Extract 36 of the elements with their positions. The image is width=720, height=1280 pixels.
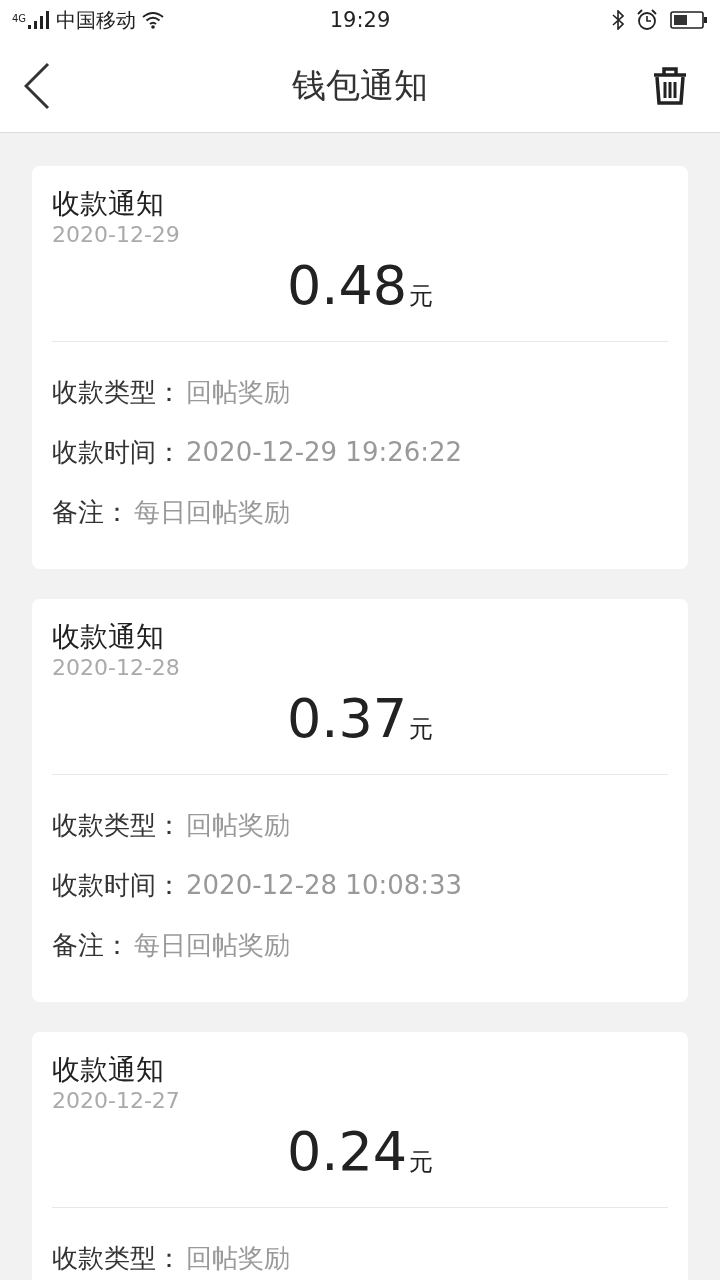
field-label: 收款类型：: [52, 1241, 182, 1275]
field-label: 收款时间：: [52, 435, 182, 469]
field-value: 2020-12-29 19:26:22: [186, 437, 463, 467]
amount: 0.37: [286, 691, 408, 747]
field-label: 备注：: [52, 928, 130, 962]
currency-unit: 元: [409, 714, 434, 745]
amount: 0.24: [286, 1124, 408, 1180]
field-label: 收款时间：: [52, 868, 182, 902]
currency-unit: 元: [409, 1147, 434, 1178]
notification-title: 收款通知: [52, 1052, 164, 1088]
notification-title: 收款通知: [52, 186, 164, 222]
bluetooth-icon: [612, 10, 624, 30]
page-title: 钱包通知: [292, 64, 428, 107]
field-value: 回帖奖励: [186, 808, 290, 842]
notification-date: 2020-12-27: [52, 1088, 180, 1114]
field-label: 收款类型：: [52, 808, 182, 842]
currency-unit: 元: [409, 281, 434, 312]
signal-icon: [28, 11, 51, 29]
clock-time: 19:29: [329, 8, 391, 32]
notification-title: 收款通知: [52, 619, 164, 655]
alarm-icon: [636, 9, 658, 31]
field-value: 回帖奖励: [186, 1241, 290, 1275]
battery-icon: [670, 11, 708, 29]
trash-icon[interactable]: [652, 66, 688, 106]
back-icon[interactable]: [24, 62, 50, 110]
field-label: 备注：: [52, 495, 130, 529]
notification-date: 2020-12-28: [52, 655, 180, 681]
carrier-name: 中国移动: [56, 6, 137, 34]
notification-date: 2020-12-29: [52, 222, 180, 248]
network-type: 4G: [12, 12, 27, 24]
field-value: 每日回帖奖励: [134, 928, 290, 962]
amount: 0.48: [286, 258, 408, 314]
field-value: 每日回帖奖励: [134, 495, 290, 529]
field-value: 回帖奖励: [186, 375, 290, 409]
field-value: 2020-12-28 10:08:33: [186, 870, 463, 900]
field-label: 收款类型：: [52, 375, 182, 409]
